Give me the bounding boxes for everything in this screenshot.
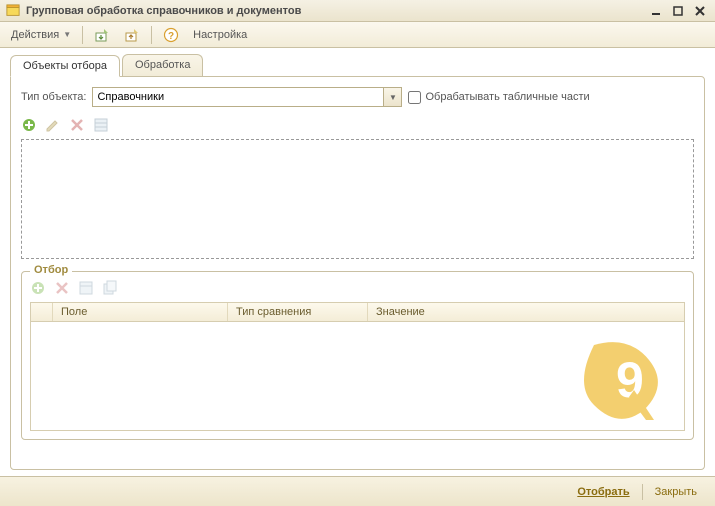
filter-col-value[interactable]: Значение (368, 303, 684, 321)
filter-toolbar (30, 280, 685, 296)
actions-menu[interactable]: Действия ▼ (6, 27, 76, 43)
object-type-input[interactable] (92, 87, 402, 107)
actions-label: Действия (11, 29, 59, 41)
toolbar-separator (151, 26, 152, 44)
dropdown-button[interactable]: ▼ (383, 88, 401, 106)
tab-panel: Тип объекта: ▼ Обрабатывать табличные ча… (10, 76, 705, 470)
object-type-label: Тип объекта: (21, 91, 86, 103)
objects-toolbar (21, 117, 694, 133)
footer-separator (642, 484, 643, 500)
filter-fieldset: Отбор Поле Тип сравнения Значение 9 (21, 271, 694, 440)
filter-col-marker (31, 303, 53, 321)
process-tabular-checkbox-wrap[interactable]: Обрабатывать табличные части (408, 91, 589, 104)
delete-icon[interactable] (69, 117, 85, 133)
object-type-row: Тип объекта: ▼ Обрабатывать табличные ча… (21, 87, 694, 107)
toolbar-separator (82, 26, 83, 44)
svg-text:?: ? (168, 31, 174, 42)
object-type-select[interactable]: ▼ (92, 87, 402, 107)
delete-filter-icon[interactable] (54, 280, 70, 296)
footer-bar: Отобрать Закрыть (0, 476, 715, 506)
settings-button[interactable]: Настройка (188, 27, 252, 43)
help-button[interactable]: ? (158, 25, 184, 45)
load-settings-button[interactable] (89, 25, 115, 45)
copy-filter-icon[interactable] (102, 280, 118, 296)
load-icon (94, 27, 110, 43)
filter-col-field[interactable]: Поле (53, 303, 228, 321)
minimize-button[interactable] (647, 3, 665, 19)
process-tabular-label: Обрабатывать табличные части (425, 91, 589, 103)
filter-table-header: Поле Тип сравнения Значение (31, 303, 684, 322)
filter-col-comparison[interactable]: Тип сравнения (228, 303, 368, 321)
window-title: Групповая обработка справочников и докум… (26, 5, 647, 17)
save-icon (124, 27, 140, 43)
title-bar: Групповая обработка справочников и докум… (0, 0, 715, 22)
settings-label: Настройка (193, 29, 247, 41)
filter-legend: Отбор (30, 264, 72, 276)
dropdown-caret-icon: ▼ (63, 30, 71, 39)
filter-table-body[interactable]: 9 (31, 322, 684, 430)
main-toolbar: Действия ▼ ? Настройка (0, 22, 715, 48)
add-icon[interactable] (21, 117, 37, 133)
maximize-button[interactable] (669, 3, 687, 19)
svg-text:9: 9 (616, 352, 644, 408)
add-filter-icon[interactable] (30, 280, 46, 296)
grid-filter-icon[interactable] (78, 280, 94, 296)
app-icon (6, 4, 20, 18)
select-button[interactable]: Отобрать (571, 483, 635, 501)
grid-icon[interactable] (93, 117, 109, 133)
content-area: Объекты отбора Обработка Тип объекта: ▼ … (0, 48, 715, 476)
tab-selection-objects[interactable]: Объекты отбора (10, 55, 120, 77)
objects-list[interactable] (21, 139, 694, 259)
tab-processing[interactable]: Обработка (122, 54, 203, 76)
close-footer-button[interactable]: Закрыть (649, 483, 703, 501)
help-icon: ? (163, 27, 179, 43)
save-settings-button[interactable] (119, 25, 145, 45)
edit-icon[interactable] (45, 117, 61, 133)
filter-table: Поле Тип сравнения Значение 9 (30, 302, 685, 431)
watermark-icon: 9 (574, 335, 674, 425)
process-tabular-checkbox[interactable] (408, 91, 421, 104)
tab-bar: Объекты отбора Обработка (10, 54, 705, 76)
close-button[interactable] (691, 3, 709, 19)
